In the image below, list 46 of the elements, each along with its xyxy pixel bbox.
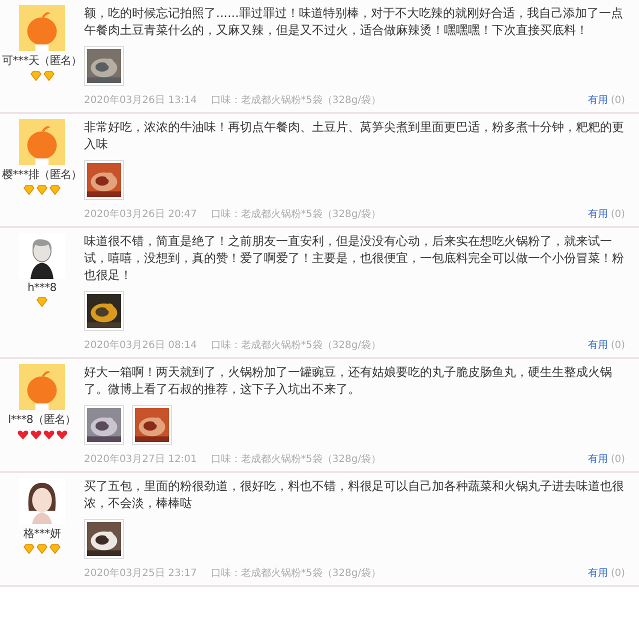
review-text: 好大一箱啊！两天就到了，火锅粉加了一罐豌豆，还有姑娘要吃的丸子脆皮肠鱼丸，硬生生整成火锅了。微博上看了石叔的推荐，这下子入坑出不来了。 (84, 364, 613, 398)
flavor-label: 口味：老成都火锅粉*5袋（328g/袋） (210, 208, 382, 222)
diamond-icon (49, 544, 61, 554)
useful-link[interactable]: 有用 (588, 208, 608, 222)
user-name: 可***天（匿名） (2, 53, 82, 68)
review-text: 非常好吃，浓浓的牛油味！再切点午餐肉、土豆片、莴笋尖煮到里面更巴适，粉多煮十分钟，粑粑的更入味 (84, 119, 625, 153)
user-name: l***8（匿名） (8, 412, 76, 427)
useful-count: (0) (610, 94, 625, 108)
useful-count: (0) (610, 453, 625, 467)
review-date: 2020年03月27日 12:01 (84, 453, 197, 467)
diamond-icon (23, 185, 35, 195)
useful-link[interactable]: 有用 (588, 94, 608, 108)
useful-link[interactable]: 有用 (588, 453, 608, 467)
flavor-label: 口味：老成都火锅粉*5袋（328g/袋） (210, 339, 382, 353)
user-name: 格***妍 (23, 526, 60, 541)
heart-icon (16, 430, 28, 440)
review-date: 2020年03月26日 20:47 (84, 208, 197, 222)
review-text: 味道很不错，简直是绝了！之前朋友一直安利，但是没没有心动，后来实在想吃火锅粉了，就来试一试，嘻嘻，没想到，真的赞！爱了啊爱了！主要是，也很便宜，一包底料完全可以做一个小份冒菜！粉也很足！ (84, 233, 625, 284)
heart-icon (30, 430, 42, 440)
review-text: 买了五包，里面的粉很劲道，很好吃，料也不错，料很足可以自己加各种蔬菜和火锅丸子进去味道也很浓，不会淡，棒棒哒 (84, 478, 625, 512)
review-text: 额，吃的时候忘记拍照了......罪过罪过！味道特别棒，对于不大吃辣的就刚好合适，我自己添加了一点午餐肉土豆青菜什么的，又麻又辣，但是又不过火，适合做麻辣烫！嘿嘿嘿！下次直接买底料！ (84, 5, 624, 39)
user-name: 樱***排（匿名） (2, 167, 82, 182)
avatar-icon (19, 119, 65, 165)
review-date: 2020年03月25日 23:17 (84, 567, 197, 581)
diamond-icon (36, 544, 48, 554)
diamond-icon (42, 71, 54, 81)
user-name: h***8 (28, 281, 56, 294)
useful-link[interactable]: 有用 (588, 567, 608, 581)
useful-count: (0) (610, 208, 625, 222)
review-date: 2020年03月26日 08:14 (84, 339, 197, 353)
diamond-icon (36, 297, 48, 307)
useful-link[interactable]: 有用 (588, 339, 608, 353)
useful-count: (0) (610, 567, 625, 581)
flavor-label: 口味：老成都火锅粉*5袋（328g/袋） (210, 567, 382, 581)
diamond-icon (36, 185, 48, 195)
diamond-icon (23, 544, 35, 554)
review-date: 2020年03月26日 13:14 (84, 94, 197, 108)
diamond-icon (30, 71, 42, 81)
useful-count: (0) (610, 339, 625, 353)
flavor-label: 口味：老成都火锅粉*5袋（328g/袋） (210, 453, 382, 467)
diamond-icon (49, 185, 61, 195)
avatar-icon (19, 364, 65, 410)
heart-icon (56, 430, 68, 440)
heart-icon (42, 430, 54, 440)
avatar-icon (19, 5, 65, 51)
flavor-label: 口味：老成都火锅粉*5袋（328g/袋） (210, 94, 382, 108)
